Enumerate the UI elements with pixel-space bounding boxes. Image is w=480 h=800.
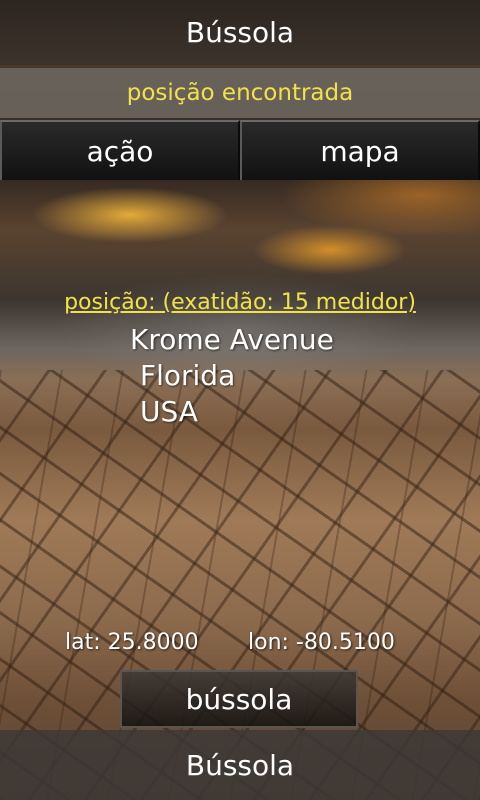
footer-bar: Bússola [0,730,480,800]
app-title: Bússola [185,16,295,49]
tab-action[interactable]: ação [0,120,240,180]
longitude-value: lon: -80.5100 [248,630,395,655]
coordinates-row: lat: 25.8000 lon: -80.5100 [0,630,480,660]
latitude-value: lat: 25.8000 [65,630,199,655]
address-street: Krome Avenue [130,323,334,356]
status-text: posição encontrada [126,80,354,106]
tab-bar: ação mapa [0,120,480,180]
title-bar: Bússola [0,0,480,65]
status-bar: posição encontrada [0,68,480,118]
footer-title: Bússola [185,748,295,782]
address-block: Krome Avenue Florida USA [130,322,334,430]
app-screen: Bússola posição encontrada ação mapa pos… [0,0,480,800]
position-accuracy-heading: posição: (exatidão: 15 medidor) [64,290,416,315]
compass-button[interactable]: bússola [120,670,358,728]
tab-map[interactable]: mapa [240,120,480,180]
address-country: USA [140,395,198,428]
address-state: Florida [140,359,236,392]
